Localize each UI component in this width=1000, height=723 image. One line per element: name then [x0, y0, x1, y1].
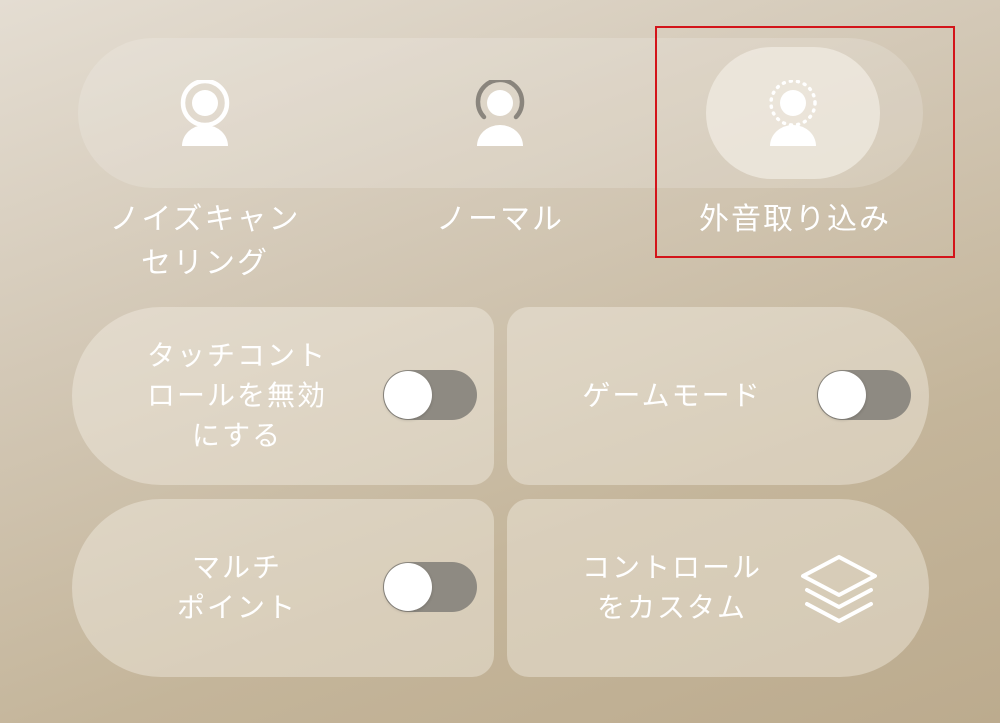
- layers-icon: [801, 555, 877, 623]
- game-mode-tile[interactable]: ゲームモード: [507, 307, 929, 485]
- normal-mode-icon: [475, 80, 525, 146]
- touch-control-disable-label: タッチコント ロールを無効 にする: [146, 339, 327, 452]
- mode-label-noise-cancelling: ノイズキャン セリング: [109, 202, 301, 281]
- mode-label-normal: ノーマル: [436, 202, 564, 237]
- mode-option-noise-cancelling[interactable]: [110, 38, 300, 188]
- touch-control-disable-tile[interactable]: タッチコント ロールを無効 にする: [72, 307, 494, 485]
- customize-control-tile[interactable]: コントロール をカスタム: [507, 499, 929, 677]
- game-mode-label: ゲームモード: [582, 379, 762, 412]
- multipoint-tile[interactable]: マルチ ポイント: [72, 499, 494, 677]
- toggle-knob: [818, 371, 866, 419]
- touch-control-disable-toggle[interactable]: [383, 370, 477, 420]
- selection-highlight-box: [655, 26, 955, 258]
- noise-cancelling-icon: [180, 80, 230, 146]
- multipoint-label: マルチ ポイント: [176, 551, 297, 624]
- toggle-knob: [384, 371, 432, 419]
- customize-control-label: コントロール をカスタム: [581, 551, 762, 624]
- toggle-knob: [384, 563, 432, 611]
- multipoint-toggle[interactable]: [383, 562, 477, 612]
- game-mode-toggle[interactable]: [817, 370, 911, 420]
- mode-option-normal[interactable]: [405, 38, 595, 188]
